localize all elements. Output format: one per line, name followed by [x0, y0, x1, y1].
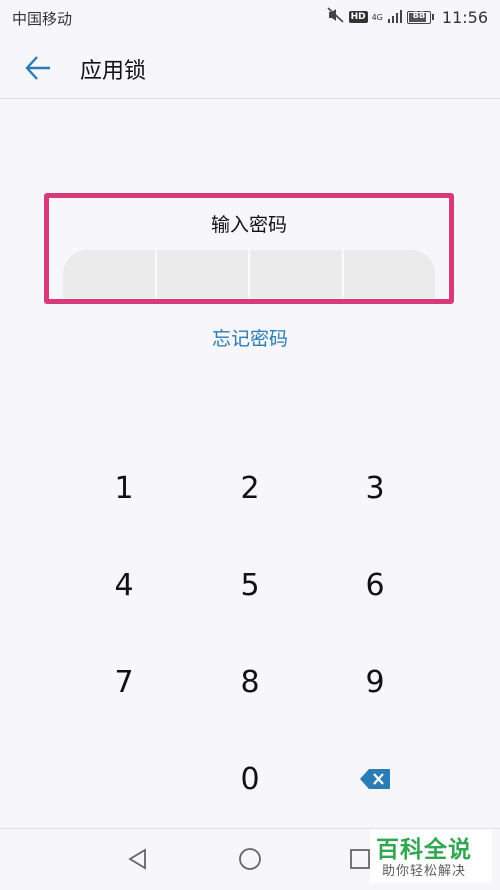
square-recents-icon	[350, 849, 370, 869]
key-2[interactable]: 2	[190, 440, 310, 536]
delete-button[interactable]	[315, 731, 435, 827]
watermark-logo: 百科全说 助你轻松解决	[370, 829, 492, 883]
key-6[interactable]: 6	[315, 537, 435, 633]
carrier-name: 中国移动	[12, 10, 73, 28]
key-0[interactable]: 0	[190, 731, 310, 827]
battery-tip	[431, 14, 434, 20]
backspace-icon	[360, 769, 390, 789]
app-bar: 应用锁	[0, 36, 500, 99]
key-5[interactable]: 5	[190, 537, 310, 633]
password-input[interactable]	[63, 250, 435, 298]
nav-home-button[interactable]	[232, 841, 268, 877]
page-title: 应用锁	[80, 59, 147, 84]
clock: 11:56	[441, 7, 488, 27]
muted-icon	[327, 7, 345, 27]
circle-home-icon	[239, 848, 261, 870]
key-9[interactable]: 9	[315, 634, 435, 730]
signal-icon	[387, 8, 403, 27]
key-7[interactable]: 7	[64, 634, 184, 730]
battery-icon: 88	[406, 10, 431, 24]
password-digit-slot	[63, 250, 157, 298]
arrow-left-icon	[25, 56, 50, 80]
nav-back-button[interactable]	[120, 841, 156, 877]
key-4[interactable]: 4	[64, 537, 184, 633]
hd-badge: HD	[348, 11, 368, 23]
password-digit-slot	[157, 250, 250, 298]
watermark-title: 百科全说	[376, 837, 472, 863]
forgot-password-link[interactable]: 忘记密码	[0, 324, 500, 351]
password-digit-slot	[250, 250, 344, 298]
triangle-back-icon	[128, 848, 146, 870]
battery-level: 88	[412, 10, 426, 21]
password-digit-slot	[344, 250, 436, 298]
key-3[interactable]: 3	[315, 440, 435, 536]
password-panel: 输入密码	[44, 193, 454, 304]
watermark-subtitle: 助你轻松解决	[382, 864, 467, 879]
network-type: 4G	[371, 12, 383, 22]
key-8[interactable]: 8	[190, 634, 310, 730]
password-prompt: 输入密码	[210, 214, 287, 236]
status-icons: HD 4G 88 11:56	[327, 6, 488, 28]
key-1[interactable]: 1	[64, 440, 184, 536]
back-button[interactable]	[20, 50, 56, 86]
status-bar: 中国移动 HD 4G 88 11:56	[0, 0, 500, 36]
